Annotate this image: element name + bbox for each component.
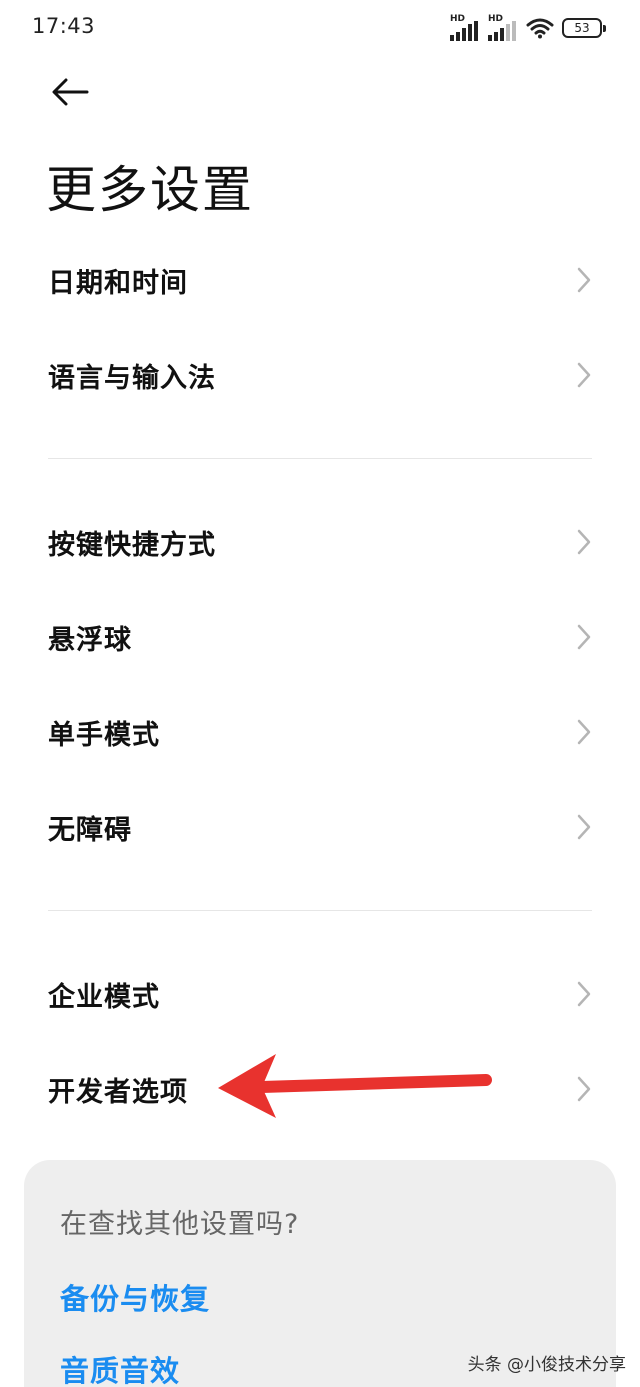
link-backup-restore[interactable]: 备份与恢复 xyxy=(60,1276,210,1318)
chevron-right-icon xyxy=(577,1076,591,1102)
status-bar: 17:43 HD HD 53 xyxy=(0,0,640,56)
settings-item-label: 企业模式 xyxy=(48,981,160,1013)
settings-item-date-time[interactable]: 日期和时间 xyxy=(0,233,640,327)
chevron-right-icon xyxy=(577,362,591,388)
back-button[interactable] xyxy=(48,70,92,114)
chevron-right-icon xyxy=(577,529,591,555)
settings-item-accessibility[interactable]: 无障碍 xyxy=(0,780,640,874)
settings-item-label: 无障碍 xyxy=(48,814,132,846)
cellular-signal-icon: HD xyxy=(450,15,480,41)
settings-item-label: 单手模式 xyxy=(48,719,160,751)
chevron-right-icon xyxy=(577,814,591,840)
chevron-right-icon xyxy=(577,719,591,745)
chevron-right-icon xyxy=(577,267,591,293)
section-divider xyxy=(48,458,592,459)
battery-icon: 53 xyxy=(562,18,606,38)
settings-item-label: 语言与输入法 xyxy=(48,362,216,394)
status-icons: HD HD 53 xyxy=(450,14,606,42)
settings-item-label: 开发者选项 xyxy=(48,1076,188,1108)
page-title: 更多设置 xyxy=(46,161,254,219)
section-divider xyxy=(48,910,592,911)
suggestion-card-title: 在查找其他设置吗? xyxy=(60,1209,300,1240)
settings-item-developer-options[interactable]: 开发者选项 xyxy=(0,1042,640,1136)
link-sound-quality[interactable]: 音质音效 xyxy=(60,1348,180,1387)
wifi-icon xyxy=(526,18,554,39)
settings-item-language-input[interactable]: 语言与输入法 xyxy=(0,328,640,422)
settings-item-label: 按键快捷方式 xyxy=(48,529,216,561)
arrow-left-icon xyxy=(52,78,89,106)
watermark: 头条 @小俊技术分享 xyxy=(467,1355,626,1375)
battery-level: 53 xyxy=(574,21,590,35)
settings-item-button-shortcuts[interactable]: 按键快捷方式 xyxy=(0,495,640,589)
status-time: 17:43 xyxy=(32,14,96,38)
cellular-signal-icon: HD xyxy=(488,15,518,41)
settings-item-one-handed-mode[interactable]: 单手模式 xyxy=(0,685,640,779)
chevron-right-icon xyxy=(577,981,591,1007)
screen: 17:43 HD HD 53 更多设置 日期和时间 语言与输入法 按键快捷方式 … xyxy=(0,0,640,1387)
settings-item-label: 日期和时间 xyxy=(48,267,188,299)
settings-item-floating-ball[interactable]: 悬浮球 xyxy=(0,590,640,684)
settings-item-label: 悬浮球 xyxy=(48,624,132,656)
chevron-right-icon xyxy=(577,624,591,650)
settings-item-enterprise-mode[interactable]: 企业模式 xyxy=(0,947,640,1041)
